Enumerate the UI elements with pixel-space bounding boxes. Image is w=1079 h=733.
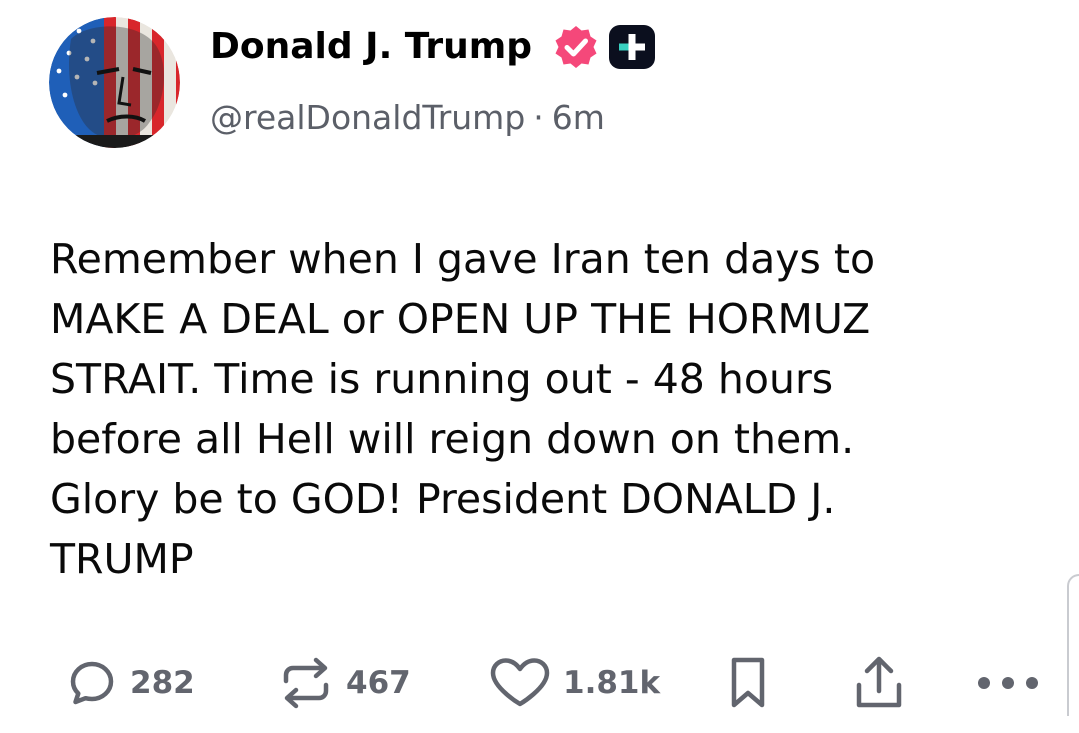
share-icon [853, 655, 905, 711]
bookmark-icon [729, 656, 767, 710]
avatar-image [49, 17, 180, 148]
avatar[interactable] [49, 17, 180, 148]
bookmark-button[interactable] [729, 655, 767, 711]
heart-icon [489, 657, 551, 709]
more-icon [975, 673, 1041, 693]
repost-icon [278, 657, 334, 709]
meta-separator: · [533, 98, 544, 137]
post-meta: @realDonaldTrump · 6m [210, 96, 605, 140]
plus-badge-icon [609, 25, 655, 69]
reply-button[interactable]: 282 [68, 655, 195, 711]
post-timestamp[interactable]: 6m [552, 98, 605, 137]
verified-badge-icon [553, 24, 599, 70]
like-button[interactable]: 1.81k [489, 655, 660, 711]
author-handle[interactable]: @realDonaldTrump [210, 98, 525, 137]
like-count: 1.81k [563, 665, 661, 701]
reply-count: 282 [130, 665, 195, 701]
author-name[interactable]: Donald J. Trump [210, 25, 532, 69]
repost-count: 467 [346, 665, 411, 701]
comment-icon [68, 659, 116, 707]
adjacent-card-edge [1067, 574, 1079, 716]
post-text: Remember when I gave Iran ten days to MA… [50, 235, 876, 583]
share-button[interactable] [853, 655, 905, 711]
repost-button[interactable]: 467 [278, 655, 411, 711]
more-options-button[interactable] [975, 655, 1041, 711]
